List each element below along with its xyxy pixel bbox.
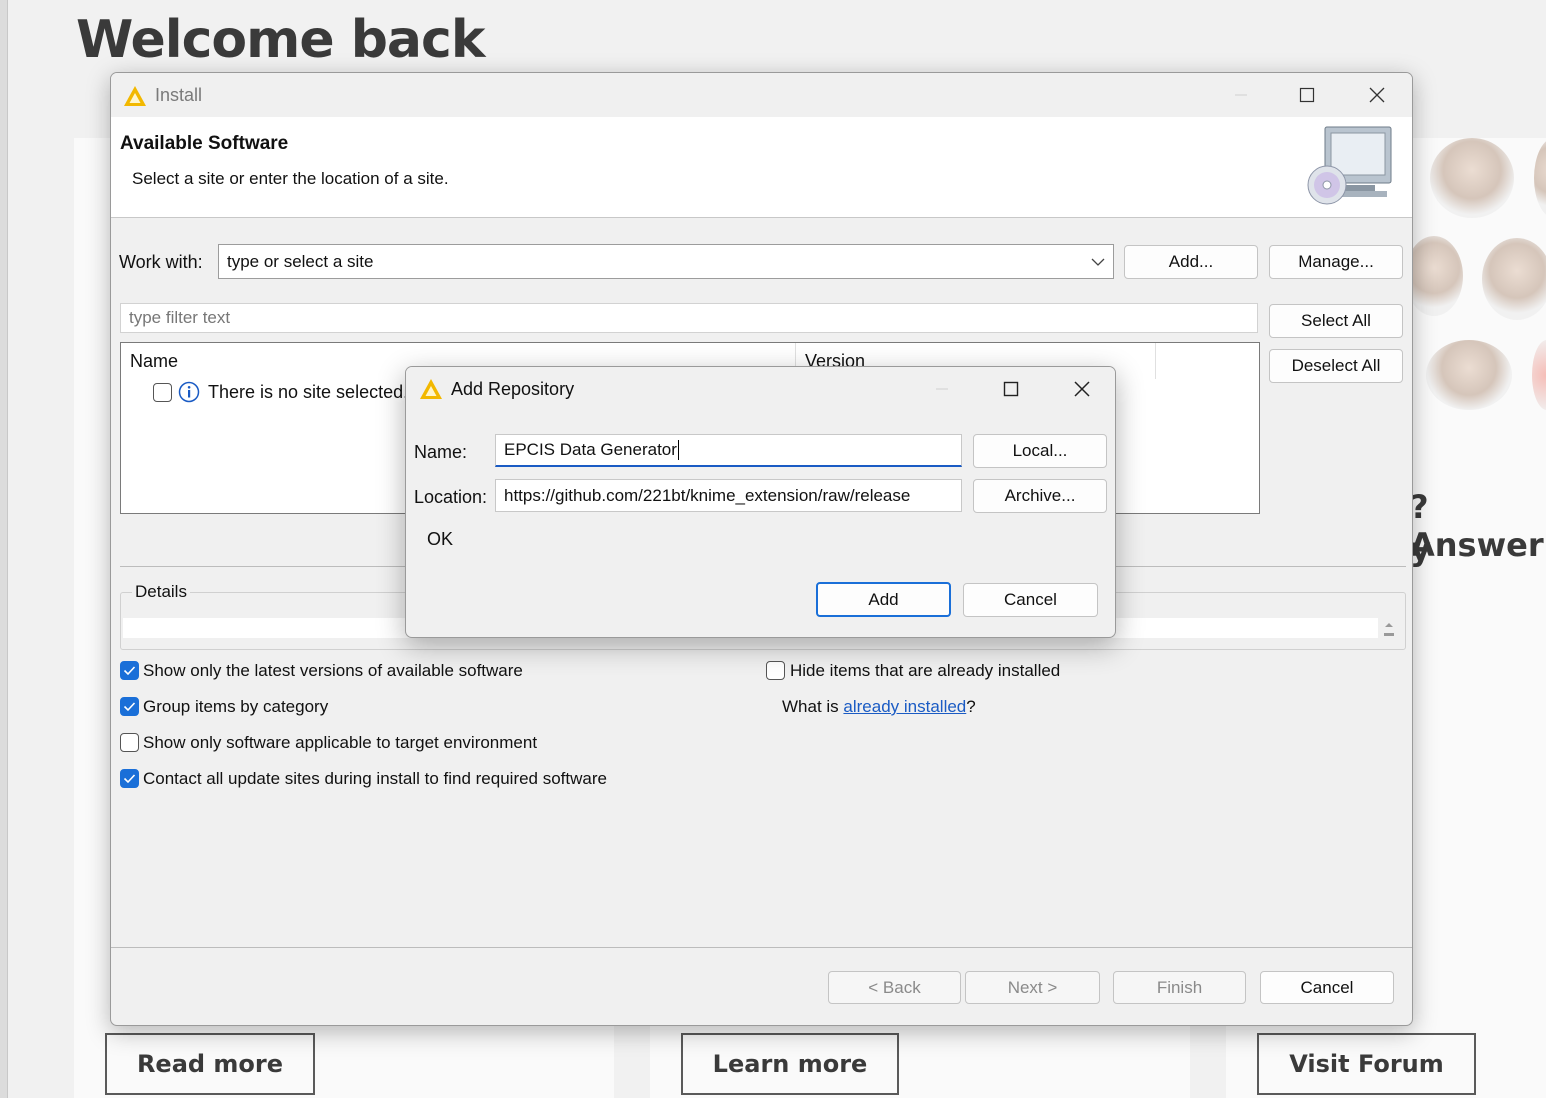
name-label: Name:: [414, 442, 468, 462]
avatar: [1405, 236, 1463, 316]
chevron-down-icon[interactable]: [1091, 257, 1105, 267]
minimize-icon[interactable]: [1219, 79, 1263, 111]
column-header-name[interactable]: Name: [130, 351, 178, 372]
text-caret: [677, 440, 679, 460]
hide-installed-checkbox[interactable]: [766, 661, 785, 680]
add-repository-dialog: Add Repository Name: EPCIS Data Generato…: [405, 366, 1116, 638]
maximize-icon[interactable]: [989, 373, 1033, 405]
manage-button[interactable]: Manage...: [1269, 245, 1403, 279]
status-message: OK: [427, 529, 454, 549]
banner-subtitle: Select a site or enter the location of a…: [132, 169, 449, 188]
separator: [111, 947, 1412, 948]
name-value: EPCIS Data Generator: [504, 440, 677, 459]
info-icon: [178, 381, 200, 403]
add-repository-titlebar[interactable]: Add Repository: [406, 367, 1115, 411]
work-with-label: Work with:: [119, 252, 203, 272]
minimize-icon[interactable]: [920, 373, 964, 405]
select-all-button[interactable]: Select All: [1269, 304, 1403, 338]
window-title: Install: [155, 85, 203, 105]
location-label: Location:: [414, 487, 488, 507]
learn-more-button[interactable]: Learn more: [681, 1033, 899, 1095]
check-icon: [123, 774, 136, 784]
contact-all-sites-label[interactable]: Contact all update sites during install …: [143, 769, 607, 789]
install-titlebar[interactable]: Install: [111, 73, 1412, 117]
already-installed-link[interactable]: already installed: [843, 697, 966, 716]
what-is-prefix: What is: [782, 697, 844, 716]
close-icon[interactable]: [1355, 79, 1399, 111]
warning-triangle-icon: [124, 86, 146, 106]
check-icon: [123, 702, 136, 712]
archive-button[interactable]: Archive...: [973, 479, 1107, 513]
avatar: [1426, 340, 1512, 410]
work-with-combo[interactable]: type or select a site: [218, 244, 1114, 279]
contact-all-sites-checkbox[interactable]: [120, 769, 139, 788]
target-env-label[interactable]: Show only software applicable to target …: [143, 733, 537, 753]
install-cancel-button[interactable]: Cancel: [1260, 971, 1394, 1004]
details-label: Details: [132, 582, 190, 602]
close-icon[interactable]: [1060, 373, 1104, 405]
background-heading-fragment: y: [1410, 530, 1431, 568]
dialog-title: Add Repository: [451, 379, 575, 399]
page-heading: Welcome back: [76, 10, 485, 70]
target-env-checkbox[interactable]: [120, 733, 139, 752]
background-edge: [0, 0, 8, 1098]
deselect-all-button[interactable]: Deselect All: [1269, 349, 1403, 383]
what-is-suffix: ?: [966, 697, 976, 716]
already-installed-text: What is already installed?: [782, 697, 976, 717]
group-by-category-checkbox[interactable]: [120, 697, 139, 716]
latest-only-checkbox[interactable]: [120, 661, 139, 680]
latest-only-label[interactable]: Show only the latest versions of availab…: [143, 661, 523, 681]
check-icon: [123, 666, 136, 676]
computer-cd-icon: [1307, 126, 1392, 205]
avatar: [1482, 238, 1546, 320]
location-field[interactable]: https://github.com/221bt/knime_extension…: [495, 479, 962, 512]
cancel-button[interactable]: Cancel: [963, 583, 1098, 617]
warning-triangle-icon: [420, 379, 442, 399]
next-button[interactable]: Next >: [965, 971, 1100, 1004]
location-value: https://github.com/221bt/knime_extension…: [504, 485, 911, 505]
maximize-icon[interactable]: [1285, 79, 1329, 111]
local-button[interactable]: Local...: [973, 434, 1107, 468]
banner-title: Available Software: [120, 133, 289, 154]
avatar: [1430, 138, 1514, 218]
tree-row-message: There is no site selected.: [208, 382, 409, 402]
add-button[interactable]: Add: [816, 582, 951, 617]
read-more-button[interactable]: Read more: [105, 1033, 315, 1095]
work-with-value: type or select a site: [227, 251, 374, 271]
wizard-banner: Available Software Select a site or ente…: [111, 117, 1412, 218]
add-site-button[interactable]: Add...: [1124, 245, 1258, 279]
scroll-arrows-icon[interactable]: [1381, 618, 1397, 642]
back-button[interactable]: < Back: [828, 971, 961, 1004]
hide-installed-label[interactable]: Hide items that are already installed: [790, 661, 1060, 681]
filter-placeholder: type filter text: [129, 308, 231, 327]
finish-button[interactable]: Finish: [1113, 971, 1246, 1004]
filter-input[interactable]: type filter text: [120, 303, 1258, 333]
group-by-category-label[interactable]: Group items by category: [143, 697, 328, 717]
tree-row-checkbox[interactable]: [153, 383, 172, 402]
visit-forum-button[interactable]: Visit Forum: [1257, 1033, 1476, 1095]
name-field[interactable]: EPCIS Data Generator: [495, 434, 962, 467]
